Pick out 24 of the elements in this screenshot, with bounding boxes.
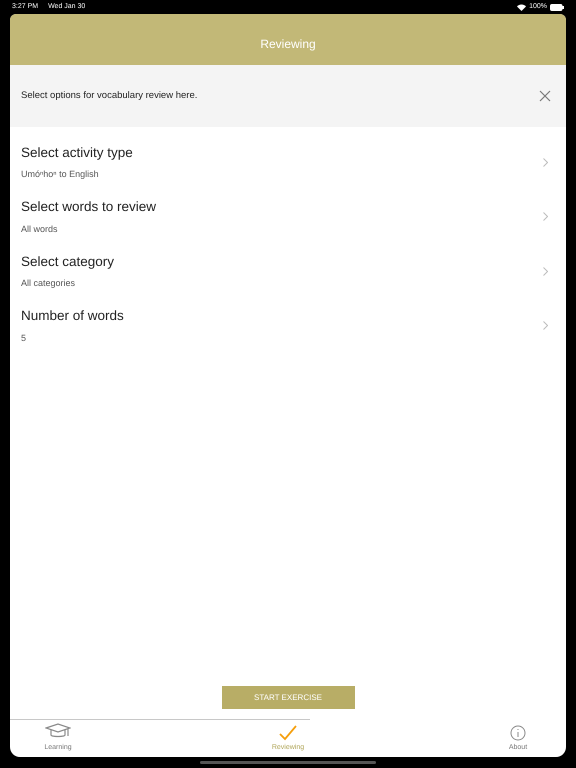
- option-title: Select category: [21, 252, 114, 271]
- option-title: Select words to review: [21, 198, 156, 216]
- option-value: All words: [21, 222, 59, 236]
- wifi-icon: [517, 4, 526, 10]
- close-button[interactable]: [538, 89, 552, 103]
- header-title: Reviewing: [260, 36, 316, 53]
- battery-icon: [550, 4, 564, 10]
- option-row[interactable]: Select activity type Umóⁿhoⁿ to English: [10, 135, 566, 190]
- option-row[interactable]: Select category All categories: [10, 244, 566, 298]
- option-value: All categories: [21, 277, 76, 290]
- option-title: Select activity type: [21, 144, 133, 162]
- chevron-icon: [543, 158, 548, 167]
- checkmark-icon: [279, 724, 297, 740]
- option-title: Number of words: [21, 307, 124, 326]
- option-value: 5: [21, 332, 28, 345]
- banner-text: Select options for vocabulary review here.: [21, 88, 198, 103]
- chevron-icon: [543, 212, 548, 222]
- close-icon: [539, 90, 551, 102]
- option-row[interactable]: Number of words 5: [10, 298, 566, 353]
- option-row[interactable]: Select words to review All words: [10, 190, 566, 244]
- chevron-icon: [543, 266, 548, 276]
- chevron-icon: [543, 321, 548, 330]
- info-icon: [510, 724, 526, 740]
- option-value: Umóⁿhoⁿ to English: [21, 168, 100, 182]
